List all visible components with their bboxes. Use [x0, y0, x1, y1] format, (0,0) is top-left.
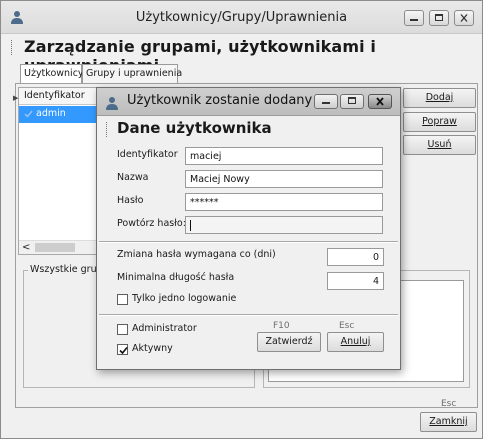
table-row[interactable]: admin: [19, 106, 102, 123]
min-password-length-field[interactable]: 4: [327, 272, 384, 290]
password-change-label: Zmiana hasła wymagana co (dni): [117, 249, 276, 260]
dialog-minimize-button[interactable]: [314, 94, 338, 109]
single-login-label: Tylko jedno logowanie: [132, 293, 237, 304]
password-label: Hasło: [117, 195, 144, 206]
check-icon: [24, 110, 33, 118]
active-label: Aktywny: [132, 343, 173, 354]
min-password-length-label: Minimalna długość hasła: [117, 272, 235, 283]
confirm-button[interactable]: Zatwierdź: [257, 332, 321, 352]
grip-handle: [106, 122, 108, 137]
repeat-password-field[interactable]: [185, 216, 383, 234]
dialog-maximize-button[interactable]: [340, 94, 364, 109]
add-button[interactable]: Dodaj: [403, 88, 476, 108]
tab-users[interactable]: Użytkownicy: [20, 64, 84, 84]
page-heading-bar: Zarządzanie grupami, użytkownikami i upr…: [8, 36, 478, 75]
password-change-days-field[interactable]: 0: [327, 248, 384, 266]
maximize-icon: [348, 97, 356, 104]
users-app-icon: [105, 96, 119, 113]
identifier-field[interactable]: maciej: [185, 147, 383, 165]
identifier-label: Identyfikator: [117, 149, 178, 160]
minimize-button[interactable]: [404, 10, 424, 26]
name-label: Nazwa: [117, 172, 149, 183]
maximize-button[interactable]: [429, 10, 449, 26]
dialog-separator: [99, 241, 398, 243]
maximize-icon: [435, 14, 443, 21]
close-icon: [460, 14, 468, 22]
active-checkbox[interactable]: Aktywny: [117, 343, 173, 357]
checkbox-box[interactable]: [117, 294, 128, 305]
cancel-button[interactable]: Anuluj: [327, 332, 384, 352]
grip-handle: [11, 40, 13, 55]
dialog-titlebar[interactable]: Użytkownik zostanie dodany: [97, 88, 400, 116]
dialog-separator: [99, 314, 398, 316]
administrator-label: Administrator: [132, 323, 197, 334]
minimize-icon: [322, 102, 330, 104]
horizontal-scrollbar[interactable]: <: [19, 240, 102, 254]
delete-button[interactable]: Usuń: [403, 135, 476, 155]
cancel-button-label: Anuluj: [340, 336, 371, 347]
dialog-heading: Dane użytkownika: [103, 119, 272, 137]
repeat-password-label: Powtórz hasło:: [117, 218, 186, 229]
add-user-dialog: Użytkownik zostanie dodany Dane użytkown…: [96, 87, 401, 370]
column-header-identifier[interactable]: Identyfikator: [19, 88, 102, 105]
checkbox-box[interactable]: [117, 324, 128, 335]
close-button[interactable]: Zamknij: [420, 412, 477, 432]
scroll-left-icon[interactable]: <: [22, 242, 30, 253]
password-field[interactable]: ******: [185, 193, 383, 211]
cancel-key-hint: Esc: [339, 321, 355, 331]
checkmark-icon: [119, 346, 128, 355]
tab-groups-permissions[interactable]: Grupy i uprawnienia: [82, 64, 182, 83]
user-name-cell: admin: [36, 108, 66, 119]
all-groups-label: Wszystkie grup: [28, 264, 105, 275]
checkbox-box[interactable]: [117, 344, 128, 355]
close-icon: [376, 97, 384, 106]
users-grid[interactable]: Identyfikator admin <: [18, 87, 103, 255]
dialog-heading-text: Dane użytkownika: [117, 119, 272, 137]
name-field[interactable]: Maciej Nowy: [185, 170, 383, 188]
dialog-close-button[interactable]: [368, 94, 392, 109]
dialog-title: Użytkownik zostanie dodany: [127, 93, 313, 108]
single-login-checkbox[interactable]: Tylko jedno logowanie: [117, 293, 236, 307]
confirm-key-hint: F10: [273, 321, 290, 331]
scroll-thumb[interactable]: [35, 243, 75, 252]
window-titlebar[interactable]: Użytkownicy/Grupy/Uprawnienia: [1, 1, 482, 34]
minimize-icon: [410, 19, 418, 21]
close-key-hint: Esc: [441, 399, 457, 409]
administrator-checkbox[interactable]: Administrator: [117, 323, 197, 337]
edit-button[interactable]: Popraw: [403, 112, 476, 132]
close-window-button[interactable]: [454, 10, 474, 26]
text-caret: [190, 220, 191, 231]
